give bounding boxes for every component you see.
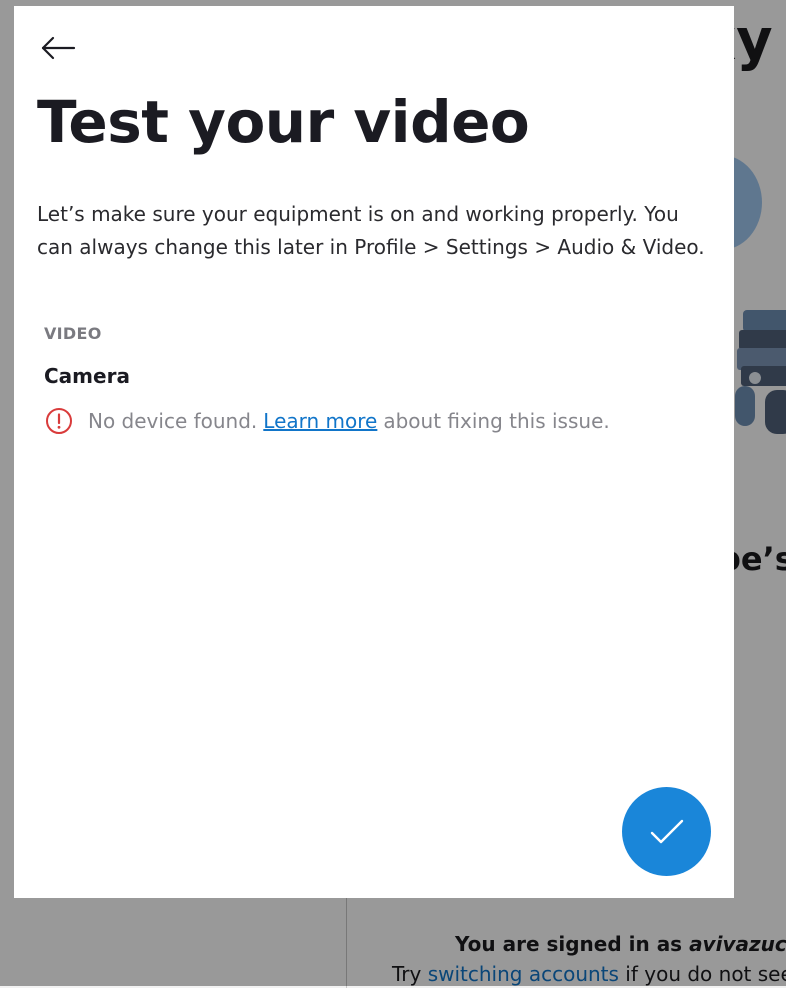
checkmark-icon (650, 819, 683, 843)
back-button[interactable] (36, 28, 80, 68)
section-label-video: VIDEO (44, 324, 102, 343)
camera-status: No device found. Learn more about fixing… (45, 407, 610, 435)
page-title: Test your video (37, 88, 530, 156)
arrow-left-icon (41, 36, 76, 60)
dialog-description: Let’s make sure your equipment is on and… (37, 202, 705, 259)
learn-more-link[interactable]: Learn more (263, 409, 377, 433)
camera-label: Camera (44, 364, 130, 388)
test-video-dialog: Test your video Let’s make sure your equ… (14, 6, 734, 898)
status-message-suffix: about fixing this issue. (383, 409, 610, 433)
status-message: No device found. (88, 409, 258, 433)
error-circle-icon (45, 407, 73, 435)
confirm-button[interactable] (622, 787, 711, 876)
